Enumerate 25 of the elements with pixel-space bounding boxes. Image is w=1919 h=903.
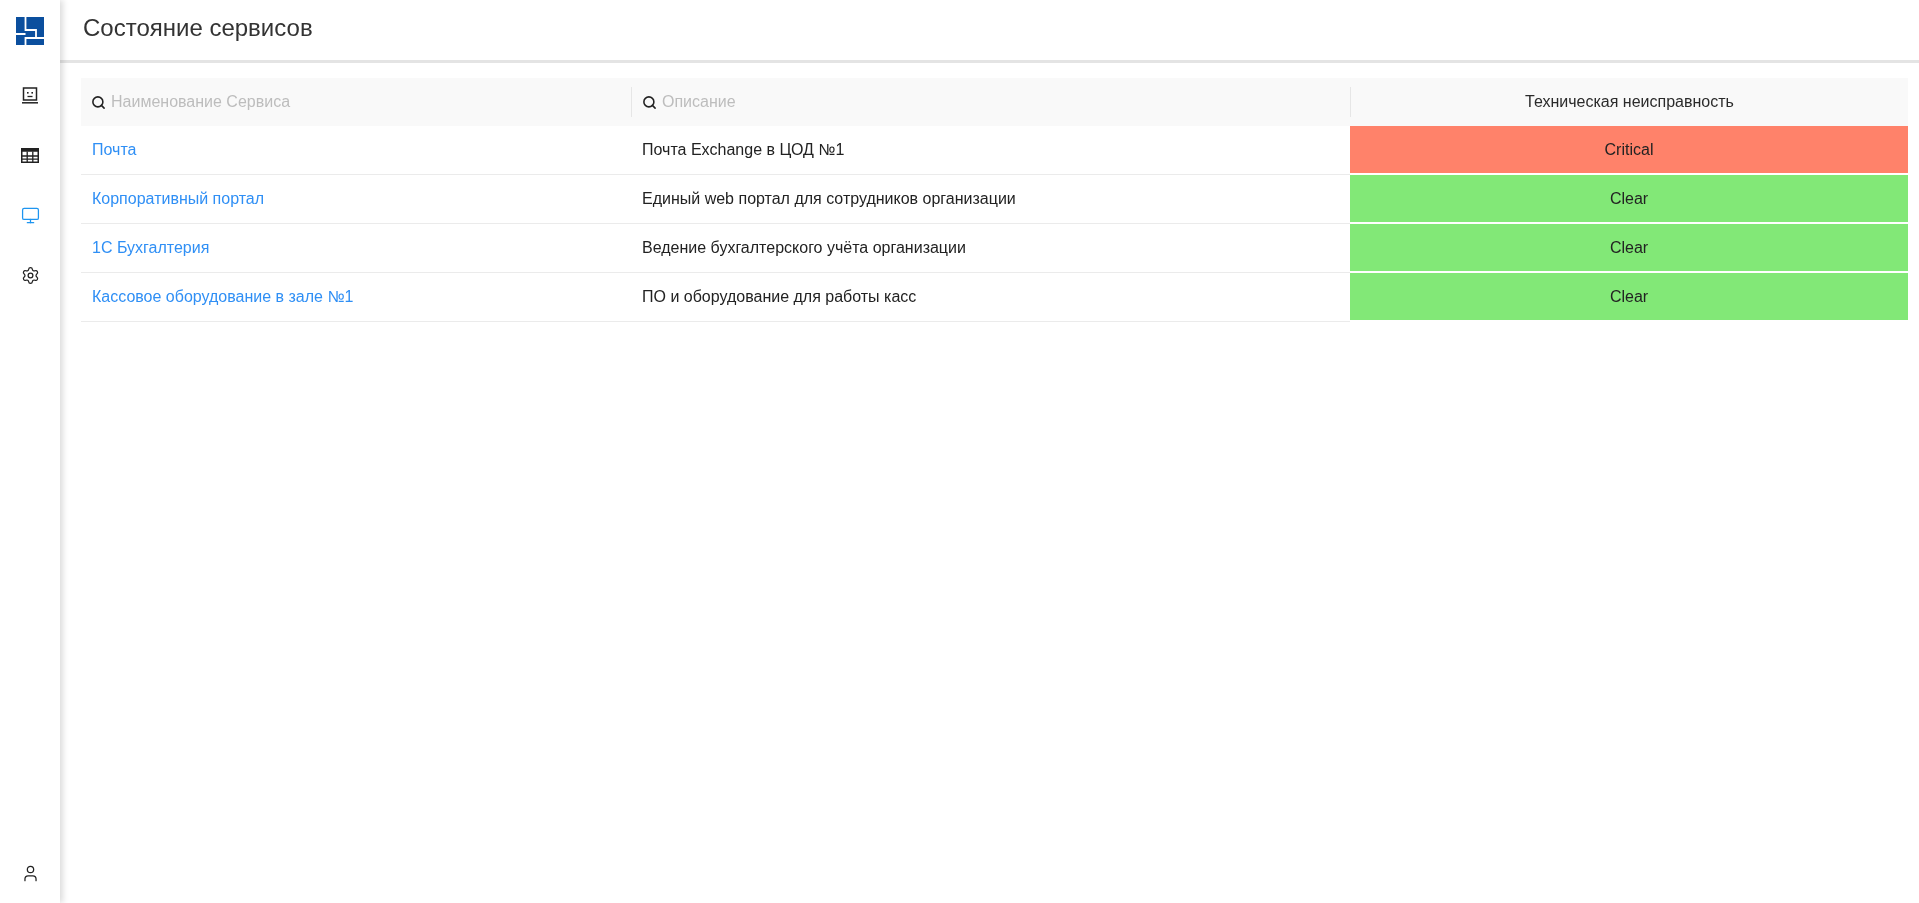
- description-text: Почта Exchange в ЦОД №1: [642, 140, 845, 160]
- search-field[interactable]: Наименование Сервиса: [81, 78, 631, 126]
- search-input[interactable]: Описание: [662, 90, 1340, 114]
- settings-icon: [20, 265, 40, 285]
- description-text: ПО и оборудование для работы касс: [642, 287, 917, 307]
- service-link[interactable]: Корпоративный портал: [92, 187, 265, 211]
- table-grid-icon: [21, 147, 39, 163]
- service-link[interactable]: Почта: [92, 138, 137, 162]
- description-text: Ведение бухгалтерского учёта организации: [642, 238, 966, 258]
- status-cell: Clear: [1350, 273, 1908, 320]
- monitor-face-icon: [22, 86, 38, 104]
- search-input[interactable]: Наименование Сервиса: [111, 90, 621, 114]
- search-field[interactable]: Описание: [631, 78, 1350, 126]
- description-text: Единый web портал для сотрудников организации: [642, 189, 1016, 209]
- column-header: Техническая неисправность: [1350, 78, 1908, 126]
- desktop-icon: [20, 205, 40, 225]
- service-link[interactable]: 1С Бухгалтерия: [92, 236, 210, 260]
- status-cell: Clear: [1350, 175, 1908, 222]
- service-link[interactable]: Кассовое оборудование в зале №1: [92, 285, 354, 309]
- status-cell: Clear: [1350, 224, 1908, 271]
- status-cell: Critical: [1350, 126, 1908, 173]
- page-title: Состояние сервисов: [83, 13, 313, 43]
- logo-icon: [16, 17, 44, 45]
- search-icon: [642, 94, 657, 110]
- search-icon: [91, 94, 106, 110]
